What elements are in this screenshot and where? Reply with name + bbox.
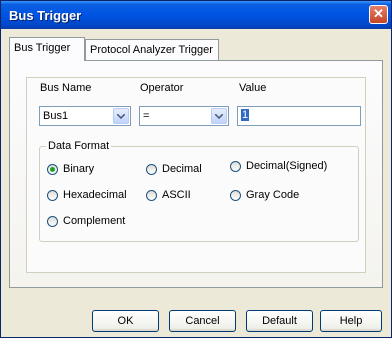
title-bar[interactable]: Bus Trigger ✕ <box>1 1 391 29</box>
operator-dropdown[interactable]: = <box>139 106 229 126</box>
window-title: Bus Trigger <box>9 8 82 23</box>
default-button[interactable]: Default <box>246 310 313 332</box>
value-label: Value <box>239 82 267 94</box>
bus-trigger-dialog: Bus Trigger ✕ Bus Trigger Protocol Analy… <box>0 0 392 338</box>
chevron-down-icon[interactable] <box>211 108 227 124</box>
value-input[interactable]: 1 <box>237 106 361 126</box>
radio-icon <box>47 190 58 201</box>
value-text: 1 <box>241 109 250 121</box>
trigger-settings-group: Bus Name Operator Value Bus1 = 1 Data Fo… <box>26 77 366 273</box>
tab-bus-trigger[interactable]: Bus Trigger <box>9 37 85 61</box>
radio-icon <box>146 164 157 175</box>
radio-icon <box>230 190 241 201</box>
bus-name-value: Bus1 <box>43 110 69 122</box>
chevron-down-icon[interactable] <box>113 108 129 124</box>
cancel-button[interactable]: Cancel <box>169 310 236 332</box>
bus-name-label: Bus Name <box>40 82 92 94</box>
operator-value: = <box>143 110 150 122</box>
close-button[interactable]: ✕ <box>369 5 388 24</box>
operator-label: Operator <box>140 82 184 94</box>
tab-panel: Bus Name Operator Value Bus1 = 1 Data Fo… <box>9 60 383 288</box>
data-format-legend: Data Format <box>48 140 110 152</box>
radio-icon <box>47 216 58 227</box>
radio-selected-icon <box>47 164 58 175</box>
help-button[interactable]: Help <box>320 310 382 332</box>
radio-icon <box>146 190 157 201</box>
close-icon: ✕ <box>373 6 384 21</box>
ok-button[interactable]: OK <box>92 310 159 332</box>
tab-protocol-analyzer-trigger[interactable]: Protocol Analyzer Trigger <box>85 39 219 60</box>
bus-name-dropdown[interactable]: Bus1 <box>39 106 131 126</box>
radio-icon <box>230 161 241 172</box>
